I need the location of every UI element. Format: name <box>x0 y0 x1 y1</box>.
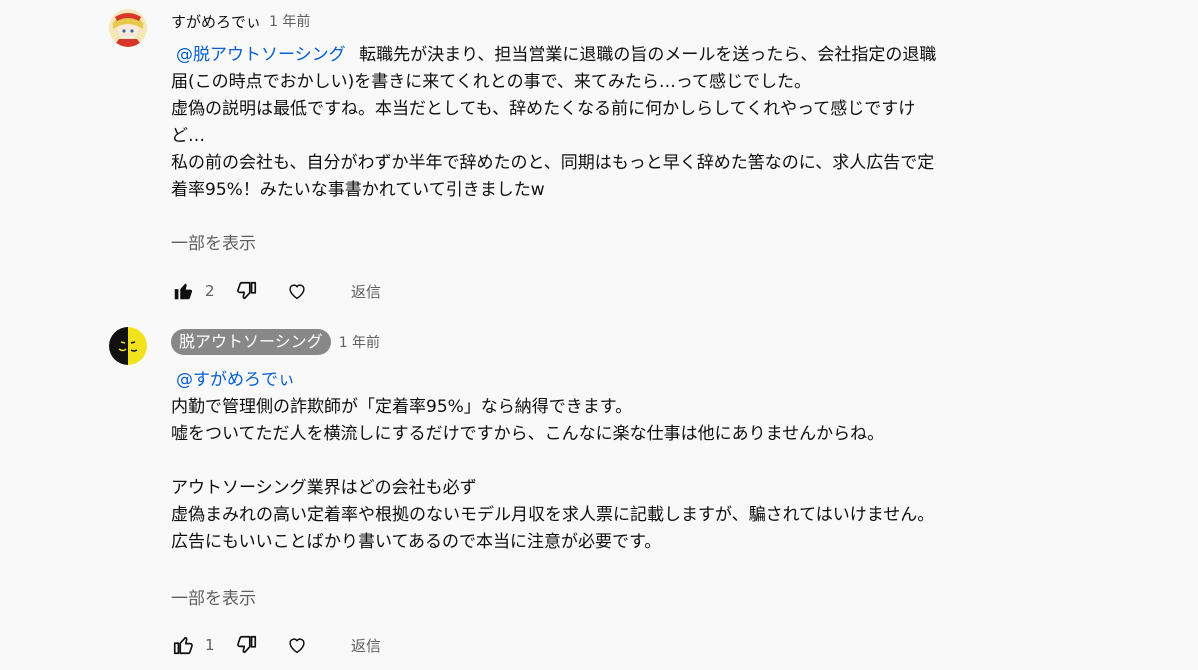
comment-text-line: ど… <box>171 126 205 146</box>
comment-text-line: 広告にもいいことばかり書いてあるので本当に注意が必要です。 <box>171 532 662 552</box>
comment-text-line: 着率95%！みたいな事書かれていて引きましたw <box>171 180 545 200</box>
comment-header: 脱アウトソーシング 1 年前 <box>171 329 380 355</box>
dislike-icon[interactable] <box>235 633 259 657</box>
reply-button[interactable]: 返信 <box>351 635 381 656</box>
comment-text-line <box>171 448 1131 475</box>
comment-text: @脱アウトソーシング 転職先が決まり、担当営業に退職の旨のメールを送ったら、会社… <box>171 42 1131 204</box>
like-count: 2 <box>205 282 215 300</box>
author-name[interactable]: 脱アウトソーシング <box>171 329 331 355</box>
avatar[interactable] <box>109 9 147 47</box>
comment-text-line: 虚偽の説明は最低ですね。本当だとしても、辞めたくなる前に何かしらしてくれやって感… <box>171 99 916 119</box>
mention-link[interactable]: @すがめろでぃ <box>176 370 295 390</box>
avatar[interactable] <box>109 327 147 365</box>
dislike-icon[interactable] <box>235 279 259 303</box>
comment-time[interactable]: 1 年前 <box>269 11 310 31</box>
comment-text-line: 内勤で管理側の詐欺師が「定着率95%」なら納得できます。 <box>171 397 633 417</box>
comment-actions: 1 返信 <box>171 631 381 659</box>
like-icon[interactable] <box>171 633 195 657</box>
comment-text-line: 嘘をついてただ人を横流しにするだけですから、こんなに楽な仕事は他にありませんから… <box>171 424 885 444</box>
heart-icon[interactable] <box>285 279 309 303</box>
comment-text-line: 届(この時点でおかしい)を書きに来てくれとの事で、来てみたら…って感じでした。 <box>171 72 812 92</box>
like-icon[interactable] <box>171 279 195 303</box>
author-name[interactable]: すがめろでぃ <box>171 11 261 32</box>
comment-text-line: アウトソーシング業界はどの会社も必ず <box>171 478 477 498</box>
comment-text-line: 私の前の会社も、自分がわずか半年で辞めたのと、同期はもっと早く辞めた筈なのに、求… <box>171 153 935 173</box>
comment-text-line: 転職先が決まり、担当営業に退職の旨のメールを送ったら、会社指定の退職 <box>359 45 937 65</box>
comment-header: すがめろでぃ 1 年前 <box>171 9 310 33</box>
like-count: 1 <box>205 636 215 654</box>
reply-button[interactable]: 返信 <box>351 281 381 302</box>
heart-icon[interactable] <box>285 633 309 657</box>
comment-text-line: 虚偽まみれの高い定着率や根拠のないモデル月収を求人票に記載しますが、騙されてはい… <box>171 505 935 525</box>
mention-link[interactable]: @脱アウトソーシング <box>176 45 346 65</box>
comment-text: @すがめろでぃ 内勤で管理側の詐欺師が「定着率95%」なら納得できます。 嘘をつ… <box>171 367 1131 556</box>
show-more-button[interactable]: 一部を表示 <box>171 584 256 609</box>
show-more-button[interactable]: 一部を表示 <box>171 229 256 254</box>
comment-actions: 2 返信 <box>171 277 381 305</box>
comment-time[interactable]: 1 年前 <box>339 332 380 352</box>
